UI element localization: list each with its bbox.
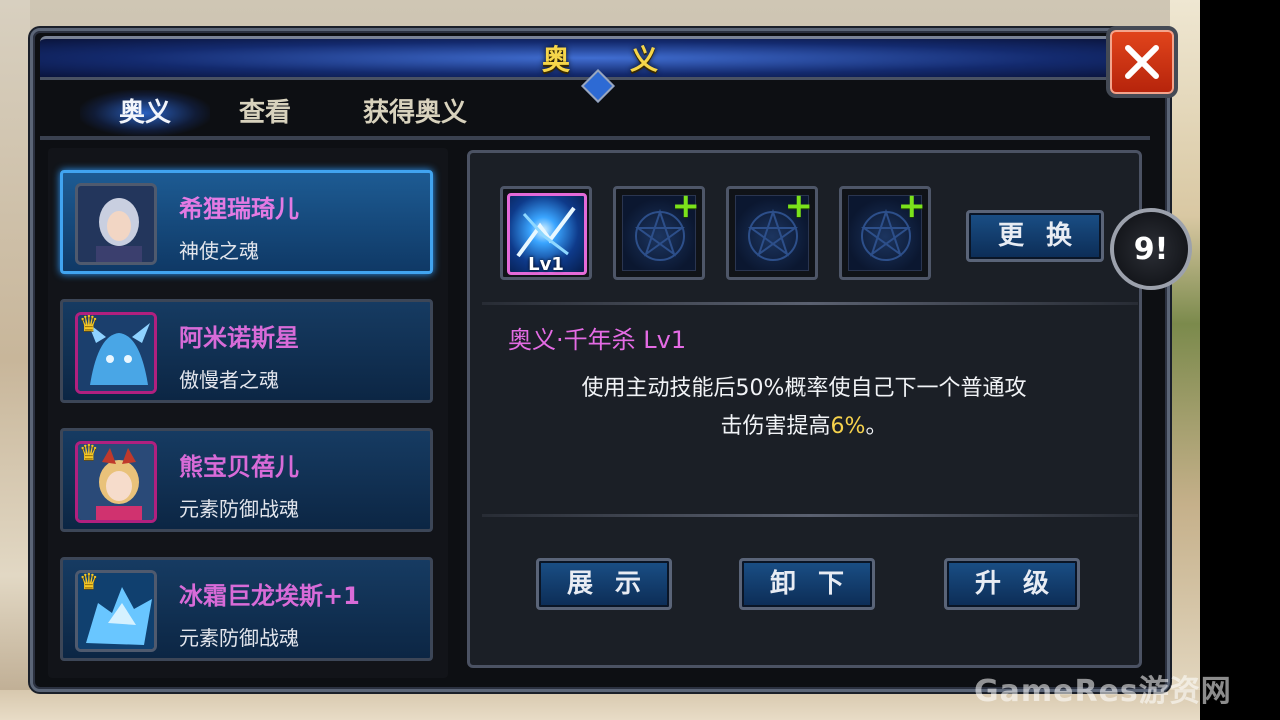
- skill-level-badge: Lv1: [528, 254, 564, 275]
- crown-icon: ♛: [79, 441, 99, 466]
- skill-description: 使用主动技能后50%概率使自己下一个普通攻 击伤害提高6%。: [500, 370, 1108, 446]
- tab-divider: [40, 136, 1150, 140]
- character-soul: 元素防御战魂: [179, 497, 299, 521]
- plus-icon: +: [784, 186, 814, 226]
- plus-icon: +: [671, 186, 701, 226]
- letterbox-right: [1200, 0, 1280, 720]
- character-item[interactable]: 希狸瑞琦儿 神使之魂: [60, 170, 433, 274]
- tab-view[interactable]: 查看: [220, 90, 310, 136]
- crown-icon: ♛: [79, 312, 99, 337]
- character-soul: 傲慢者之魂: [179, 368, 279, 392]
- character-name: 熊宝贝蓓儿: [179, 453, 299, 481]
- watermark: GameRes游资网: [974, 674, 1232, 709]
- upgrade-button[interactable]: 升级: [944, 558, 1080, 610]
- show-button[interactable]: 展示: [536, 558, 672, 610]
- side-menu-label: 9!: [1133, 231, 1169, 267]
- character-soul: 神使之魂: [179, 239, 259, 263]
- crown-icon: ♛: [79, 570, 99, 595]
- character-name: 希狸瑞琦儿: [179, 195, 299, 223]
- skill-title: 奥义·千年杀 Lv1: [508, 326, 687, 354]
- character-portrait: [75, 183, 157, 265]
- tab-ougi[interactable]: 奥义: [80, 90, 210, 136]
- remove-button[interactable]: 卸下: [739, 558, 875, 610]
- divider-top: [482, 302, 1138, 305]
- background-right: [1170, 0, 1200, 720]
- skill-slot-equipped[interactable]: Lv1: [500, 186, 592, 280]
- skill-slot-empty[interactable]: +: [726, 186, 818, 280]
- replace-button[interactable]: 更换: [966, 210, 1104, 262]
- side-menu-button[interactable]: 9!: [1110, 208, 1192, 290]
- character-soul: 元素防御战魂: [179, 626, 299, 650]
- close-icon: [1125, 45, 1159, 79]
- skill-slot-empty[interactable]: +: [613, 186, 705, 280]
- skill-value-highlight: 6%: [830, 414, 866, 439]
- character-name: 阿米诺斯星: [179, 324, 299, 352]
- skill-description-line2: 击伤害提高6%。: [720, 414, 888, 439]
- tab-get-ougi[interactable]: 获得奥义: [340, 90, 490, 136]
- character-name: 冰霜巨龙埃斯+1: [179, 582, 360, 610]
- character-item[interactable]: ♛ 阿米诺斯星 傲慢者之魂: [60, 299, 433, 403]
- plus-icon: +: [897, 186, 927, 226]
- divider-bottom: [482, 514, 1138, 517]
- character-item[interactable]: ♛ 熊宝贝蓓儿 元素防御战魂: [60, 428, 433, 532]
- character-item[interactable]: ♛ 冰霜巨龙埃斯+1 元素防御战魂: [60, 557, 433, 661]
- background-left: [0, 0, 30, 720]
- skill-slot-empty[interactable]: +: [839, 186, 931, 280]
- skill-description-line1: 使用主动技能后50%概率使自己下一个普通攻: [581, 376, 1027, 401]
- close-button[interactable]: [1106, 26, 1178, 98]
